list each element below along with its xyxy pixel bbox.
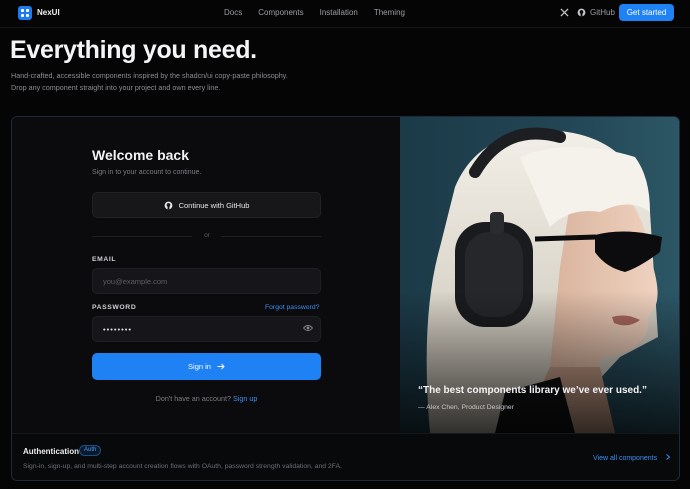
page-subtitle: Hand-crafted, accessible components insp… (11, 70, 371, 94)
divider-line-right (221, 236, 321, 237)
chevron-right-icon (666, 454, 671, 460)
x-logo-icon[interactable] (560, 8, 569, 17)
password-label: PASSWORD (92, 304, 137, 311)
page-subtitle-line-1: Hand-crafted, accessible components insp… (11, 71, 288, 80)
category-badge: Auth (79, 445, 102, 456)
login-panel: Welcome back Sign in to your account to … (12, 117, 400, 433)
sign-in-label: Sign in (188, 362, 211, 371)
continue-with-github-button[interactable]: Continue with GitHub (92, 192, 321, 218)
nav-link-theming[interactable]: Theming (374, 8, 405, 17)
nav-link-components[interactable]: Components (258, 8, 303, 17)
page-subtitle-line-2: Drop any component straight into your pr… (11, 83, 221, 92)
or-divider: or (92, 231, 321, 241)
login-title: Welcome back (92, 147, 190, 163)
testimonial-quote: “The best components library we’ve ever … (418, 385, 647, 396)
forgot-password-link[interactable]: Forgot password? (265, 304, 319, 311)
component-description: Sign-in, sign-up, and multi-step account… (23, 463, 342, 470)
sign-in-button[interactable]: Sign in (92, 353, 321, 380)
arrow-right-icon (217, 363, 225, 370)
signup-prompt: Don't have an account? Sign up (92, 394, 321, 403)
view-all-label: View all components (593, 455, 658, 462)
divider-line-left (92, 236, 192, 237)
nav-link-installation[interactable]: Installation (320, 8, 358, 17)
testimonial-author: — Alex Chen, Product Designer (418, 404, 514, 411)
github-link[interactable]: GitHub (590, 8, 615, 17)
top-nav: NexUI Docs Components Installation Themi… (0, 0, 690, 28)
email-field[interactable] (92, 268, 321, 294)
component-footer: Authentication Auth Sign-in, sign-up, an… (12, 433, 679, 480)
nav-link-docs[interactable]: Docs (224, 8, 242, 17)
auth-preview-card: Welcome back Sign in to your account to … (11, 116, 680, 481)
password-field[interactable] (92, 316, 321, 342)
or-text: or (204, 232, 210, 239)
login-subtitle: Sign in to your account to continue. (92, 169, 202, 176)
brand-name[interactable]: NexUI (37, 8, 60, 17)
view-all-components-link[interactable]: View all components (593, 454, 671, 462)
nav-links: Docs Components Installation Theming (224, 8, 405, 17)
get-started-button[interactable]: Get started (619, 4, 674, 21)
component-title: Authentication (23, 447, 79, 456)
github-icon (577, 8, 586, 17)
continue-with-github-label: Continue with GitHub (178, 200, 250, 210)
page-title: Everything you need. (10, 36, 257, 64)
github-icon (164, 201, 172, 209)
eye-icon[interactable] (303, 324, 313, 332)
email-label: EMAIL (92, 256, 117, 263)
logo-icon[interactable] (18, 6, 32, 20)
no-account-text: Don't have an account? (155, 394, 231, 403)
testimonial-panel: “The best components library we’ve ever … (400, 117, 679, 433)
sign-up-link[interactable]: Sign up (233, 394, 257, 403)
